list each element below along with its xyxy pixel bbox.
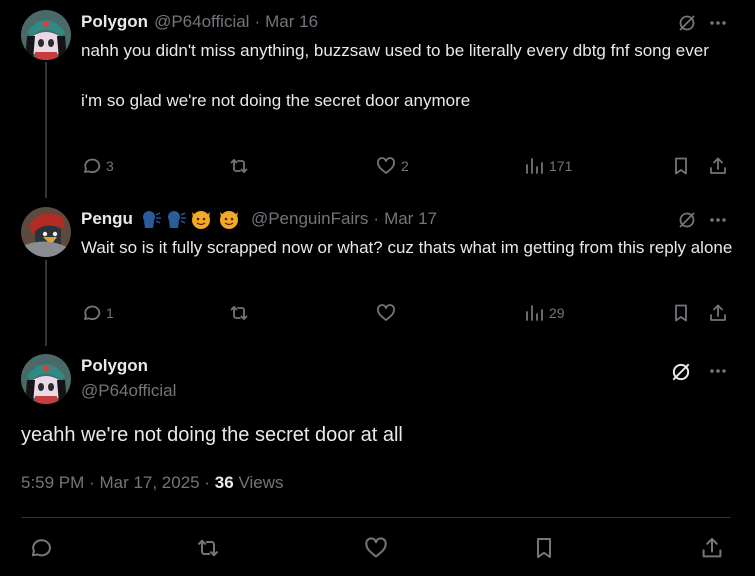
repost-icon	[230, 159, 248, 173]
post-date[interactable]: Mar 16	[265, 12, 318, 32]
repost-icon	[197, 539, 219, 557]
like-button[interactable]	[376, 303, 401, 323]
separator: ·	[204, 473, 211, 492]
repost-button[interactable]	[229, 303, 254, 323]
tweet-header: Polygon @P64official · Mar 16	[81, 12, 318, 32]
name-emojis	[139, 208, 243, 230]
repost-icon	[230, 306, 248, 320]
tweet-text: Wait so is it fully scrapped now or what…	[81, 238, 733, 257]
like-icon	[377, 157, 395, 174]
avatar[interactable]	[21, 354, 71, 404]
share-icon	[702, 537, 722, 558]
divider	[21, 517, 731, 518]
views-count: 171	[549, 158, 573, 174]
thread-line	[45, 260, 47, 346]
views-icon	[526, 158, 543, 174]
grok-icon[interactable]	[670, 361, 692, 383]
bookmark-button[interactable]	[532, 536, 556, 560]
more-icon[interactable]	[708, 210, 728, 230]
grok-icon[interactable]	[677, 210, 697, 230]
reply-button[interactable]: 1	[81, 303, 114, 323]
separator: ·	[254, 12, 261, 31]
avatar[interactable]	[21, 10, 71, 60]
reply-icon	[84, 158, 101, 173]
author-name[interactable]: Polygon	[81, 12, 148, 32]
grok-icon[interactable]	[677, 13, 697, 33]
share-button[interactable]	[700, 536, 724, 560]
more-icon[interactable]	[708, 13, 728, 33]
share-icon[interactable]	[708, 156, 728, 176]
reply-icon	[84, 305, 101, 320]
views-count: 29	[549, 305, 565, 321]
reply-button[interactable]	[28, 536, 52, 560]
post-time[interactable]: 5:59 PM	[21, 473, 84, 492]
author-handle[interactable]: @P64official	[81, 381, 176, 401]
like-count: 2	[401, 158, 409, 174]
author-handle[interactable]: @P64official	[154, 12, 249, 32]
like-icon	[377, 304, 395, 321]
separator: ·	[89, 473, 95, 492]
views-label: Views	[238, 473, 284, 492]
reply-count: 1	[106, 305, 114, 321]
thread-line	[45, 62, 47, 198]
bookmark-icon	[536, 537, 552, 559]
author-name[interactable]: Pengu	[81, 209, 133, 229]
post-date[interactable]: Mar 17, 2025	[99, 473, 199, 492]
like-button[interactable]	[364, 536, 388, 560]
author-name[interactable]: Polygon	[81, 356, 148, 376]
reply-icon	[31, 539, 51, 557]
repost-button[interactable]	[229, 156, 254, 176]
views-button[interactable]: 171	[524, 156, 572, 176]
reply-count: 3	[106, 158, 114, 174]
views-count: 36	[214, 473, 234, 492]
post-text: yeahh we're not doing the secret door at…	[21, 424, 403, 446]
tweet-header: Pengu @PenguinFairs · Mar 17	[81, 209, 437, 229]
reply-button[interactable]: 3	[81, 156, 114, 176]
bookmark-icon[interactable]	[671, 156, 691, 176]
post-timestamp: 5:59 PM · Mar 17, 2025 · 36 Views	[21, 473, 283, 493]
more-icon[interactable]	[708, 361, 728, 381]
separator: ·	[373, 209, 380, 228]
tweet-text: nahh you didn't miss anything, buzzsaw u…	[81, 41, 709, 110]
like-icon	[365, 537, 387, 558]
views-button[interactable]: 29	[524, 303, 565, 323]
bookmark-icon[interactable]	[671, 303, 691, 323]
share-icon[interactable]	[708, 303, 728, 323]
avatar[interactable]	[21, 207, 71, 257]
repost-button[interactable]	[196, 536, 220, 560]
author-handle[interactable]: @PenguinFairs	[251, 209, 368, 229]
views-icon	[526, 305, 543, 321]
post-date[interactable]: Mar 17	[384, 209, 437, 229]
like-button[interactable]: 2	[376, 156, 409, 176]
